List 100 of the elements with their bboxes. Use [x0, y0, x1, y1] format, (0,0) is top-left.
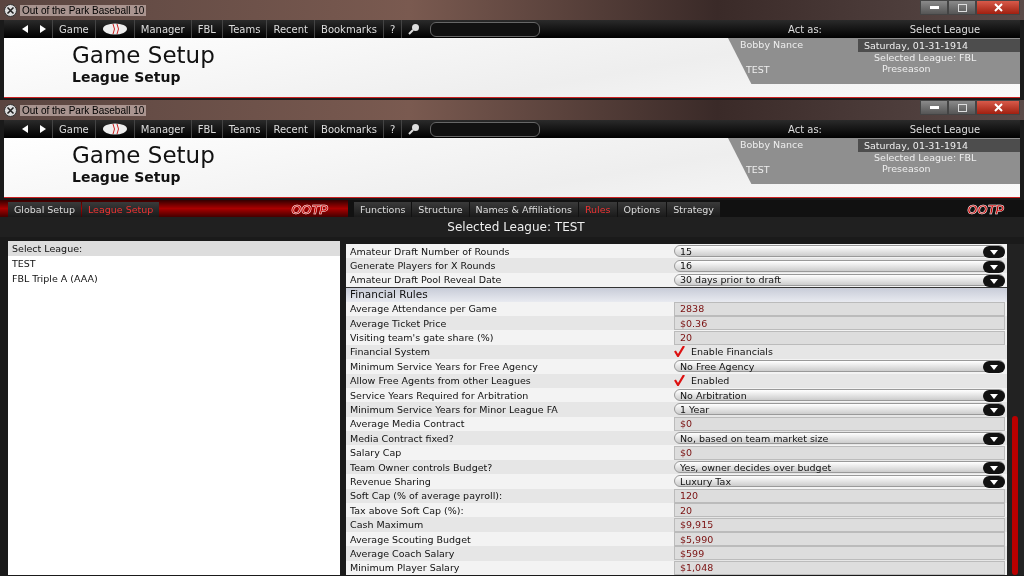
setting-label: Media Contract fixed?	[349, 432, 455, 444]
setting-label: Allow Free Agents from other Leagues	[349, 375, 532, 387]
dropdown[interactable]: 16	[674, 259, 1005, 272]
checkbox[interactable]	[674, 346, 685, 358]
setting-label: Salary Cap	[349, 447, 403, 459]
close-icon	[993, 3, 1003, 12]
setting-label: Generate Players for X Rounds	[349, 260, 497, 272]
setting-label: Service Years Required for Arbitration	[349, 389, 530, 401]
setting-label: Amateur Draft Pool Reveal Date	[349, 274, 503, 286]
setting-label: Average Scouting Budget	[349, 533, 472, 545]
baseball-icon[interactable]	[101, 23, 128, 35]
setting-label: Amateur Draft Number of Rounds	[349, 245, 511, 257]
page-title: Game Setup	[72, 141, 215, 169]
app-icon	[4, 3, 17, 17]
tab[interactable]: Rules	[578, 202, 617, 217]
dropdown[interactable]: No, based on team market size	[674, 432, 1005, 445]
selected-league-label: Selected League: FBL	[873, 52, 978, 63]
input-field[interactable]: $5,990	[674, 532, 1005, 546]
section-header: Financial Rules	[346, 287, 1007, 302]
setting-label: Cash Maximum	[349, 519, 425, 531]
dropdown[interactable]: No Free Agency	[674, 360, 1005, 373]
logo: OOTP	[291, 202, 329, 217]
list-item[interactable]: FBL Triple A (AAA)	[8, 271, 340, 286]
checkbox-label: Enabled	[691, 375, 730, 387]
search-icon[interactable]	[408, 23, 421, 35]
logo: OOTP	[967, 202, 1005, 217]
setting-label: Minimum Player Salary	[349, 562, 461, 574]
input-field[interactable]: $599	[674, 546, 1005, 561]
tab[interactable]: Global Setup	[8, 202, 81, 217]
forward-arrow-icon[interactable]	[38, 124, 48, 134]
scrollbar[interactable]	[1007, 244, 1024, 575]
maximize-icon	[957, 3, 967, 12]
input-field[interactable]: $0	[674, 445, 1005, 460]
setting-label: Visiting team's gate share (%)	[349, 332, 495, 344]
setting-label: Minimum Service Years for Minor League FA	[349, 404, 559, 415]
page-subtitle: League Setup	[72, 169, 182, 185]
page-subtitle: League Setup	[72, 69, 182, 85]
game-date: Saturday, 01-31-1914	[858, 139, 1020, 152]
minimize-button[interactable]	[920, 0, 948, 15]
manager-name: Bobby Nance	[739, 38, 805, 52]
team-name: TEST	[745, 163, 771, 175]
page-title: Game Setup	[72, 41, 215, 69]
window-title: Out of the Park Baseball 10	[20, 4, 147, 16]
close-button[interactable]	[976, 0, 1020, 15]
dropdown[interactable]: Yes, owner decides over budget	[674, 461, 1005, 474]
tab[interactable]: Functions	[354, 202, 412, 217]
minimize-icon	[929, 106, 939, 109]
list-item[interactable]: TEST	[8, 256, 340, 271]
setting-label: Revenue Sharing	[349, 475, 432, 487]
input-field[interactable]: 20	[674, 330, 1005, 345]
back-arrow-icon[interactable]	[20, 124, 30, 134]
close-icon	[993, 103, 1003, 112]
close-button[interactable]	[976, 100, 1020, 115]
window-title: Out of the Park Baseball 10	[20, 104, 147, 116]
maximize-button[interactable]	[948, 0, 976, 15]
dropdown[interactable]: Luxury Tax	[674, 475, 1005, 488]
season-phase: Preseason	[881, 63, 932, 75]
dropdown[interactable]: 30 days prior to draft	[674, 273, 1005, 286]
input-field[interactable]: 20	[674, 503, 1005, 518]
tab[interactable]: Structure	[412, 202, 469, 217]
select-league-menu[interactable]: Select League	[870, 23, 1020, 35]
game-date: Saturday, 01-31-1914	[858, 39, 1020, 52]
setting-label: Average Coach Salary	[349, 547, 456, 559]
setting-label: Average Ticket Price	[349, 317, 448, 329]
app-icon	[4, 103, 17, 117]
minimize-button[interactable]	[920, 100, 948, 115]
setting-label: Soft Cap (% of average payroll):	[349, 490, 504, 502]
team-name: TEST	[745, 63, 771, 75]
back-arrow-icon[interactable]	[20, 24, 30, 34]
search-field[interactable]	[430, 21, 541, 37]
input-field[interactable]: $9,915	[674, 517, 1005, 532]
dropdown[interactable]: No Arbitration	[674, 389, 1005, 402]
select-league-menu[interactable]: Select League	[870, 123, 1020, 135]
checkbox-label: Enable Financials	[691, 346, 773, 358]
setting-label: Average Attendance per Game	[349, 303, 498, 315]
forward-arrow-icon[interactable]	[38, 24, 48, 34]
act-as-menu[interactable]: Act as:	[740, 123, 870, 135]
selected-league-heading: Selected League: TEST	[447, 220, 585, 234]
minimize-icon	[929, 6, 939, 9]
list-header: Select League:	[8, 241, 340, 256]
baseball-icon[interactable]	[101, 123, 128, 135]
tab[interactable]: Names & Affiliations	[469, 202, 578, 217]
maximize-icon	[957, 103, 967, 112]
selected-league-label: Selected League: FBL	[873, 152, 978, 163]
setting-label: Minimum Service Years for Free Agency	[349, 360, 539, 372]
dropdown[interactable]: 1 Year	[674, 403, 1005, 416]
tab[interactable]: League Setup	[82, 202, 160, 217]
checkbox[interactable]	[674, 375, 685, 387]
tab[interactable]: Strategy	[667, 202, 720, 217]
act-as-menu[interactable]: Act as:	[740, 23, 870, 35]
input-field[interactable]: $0.36	[674, 316, 1005, 331]
manager-name: Bobby Nance	[739, 138, 805, 152]
setting-label: Team Owner controls Budget?	[349, 461, 494, 473]
search-icon[interactable]	[408, 123, 421, 135]
search-field[interactable]	[430, 121, 541, 137]
setting-label: Financial System	[349, 346, 432, 358]
dropdown[interactable]: 15	[674, 245, 1005, 258]
maximize-button[interactable]	[948, 100, 976, 115]
tab[interactable]: Options	[617, 202, 667, 217]
setting-label: Tax above Soft Cap (%):	[349, 504, 465, 516]
